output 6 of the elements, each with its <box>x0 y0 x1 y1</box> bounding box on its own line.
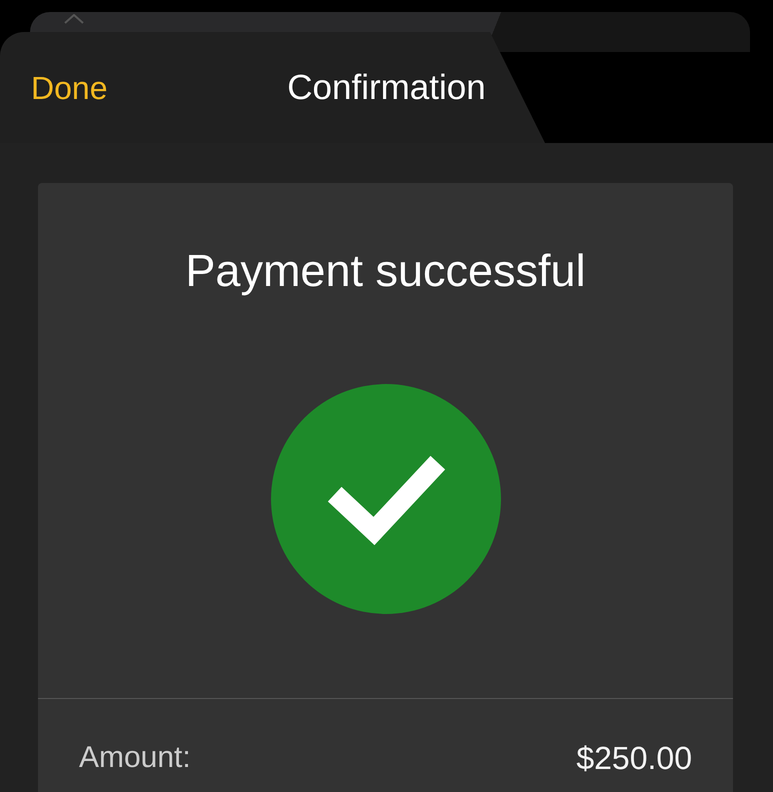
detail-label: Amount: <box>79 740 191 776</box>
status-heading: Payment successful <box>185 245 586 297</box>
done-button[interactable]: Done <box>31 68 108 106</box>
screen-title: Confirmation <box>287 68 486 108</box>
chevron-up-icon[interactable] <box>64 14 84 24</box>
detail-value: $250.00 <box>576 740 692 776</box>
